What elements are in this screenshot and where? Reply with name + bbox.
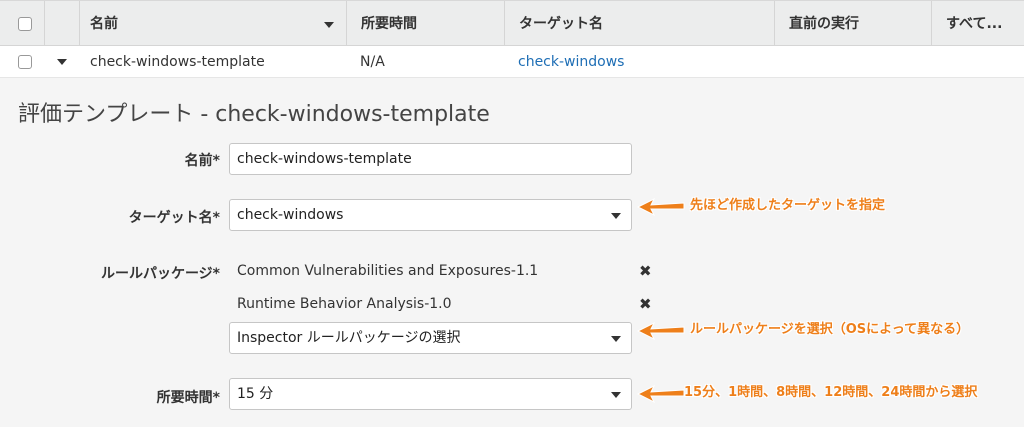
- column-header-duration-label: 所要時間: [361, 16, 417, 32]
- packages-label: ルールパッケージ*: [100, 266, 220, 282]
- column-header-expand: [44, 1, 79, 47]
- row-name: check-windows-template: [90, 54, 265, 70]
- duration-annotation: 15分、1時間、8時間、12時間、24時間から選択: [684, 385, 978, 400]
- chevron-down-icon: [611, 336, 621, 342]
- detail-panel: [0, 78, 1024, 427]
- column-header-target-label: ターゲット名: [519, 16, 603, 32]
- remove-package-icon[interactable]: ✖: [639, 262, 652, 280]
- row-target-link[interactable]: check-windows: [518, 46, 624, 78]
- name-label: 名前*: [184, 153, 220, 169]
- annotation-arrow-icon: [636, 197, 685, 217]
- page-title: 評価テンプレート - check-windows-template: [18, 102, 490, 127]
- table-header: 名前 所要時間 ターゲット名 直前の実行 すべて...: [0, 0, 1024, 47]
- annotation-arrow-icon: [636, 321, 685, 341]
- target-label: ターゲット名*: [128, 210, 220, 226]
- expand-row-caret-icon[interactable]: [57, 59, 67, 65]
- column-header-name[interactable]: 名前: [79, 1, 346, 47]
- annotation-arrow-icon: [636, 384, 685, 404]
- table-row[interactable]: check-windows-template N/A check-windows: [0, 46, 1024, 78]
- column-header-last-run[interactable]: 直前の実行: [774, 1, 931, 47]
- sort-caret-icon[interactable]: [324, 22, 334, 28]
- target-annotation: 先ほど作成したターゲットを指定: [690, 198, 886, 213]
- column-header-target[interactable]: ターゲット名: [504, 1, 774, 47]
- row-duration: N/A: [360, 54, 385, 70]
- row-checkbox[interactable]: [18, 55, 32, 69]
- column-header-all[interactable]: すべて...: [931, 1, 1024, 47]
- package-item: Common Vulnerabilities and Exposures-1.1: [237, 263, 539, 279]
- select-all-checkbox[interactable]: [18, 17, 32, 31]
- duration-select[interactable]: 15 分: [229, 378, 632, 410]
- column-header-duration[interactable]: 所要時間: [346, 1, 504, 47]
- target-select-value: check-windows: [237, 207, 344, 223]
- package-select[interactable]: Inspector ルールパッケージの選択: [229, 322, 632, 354]
- chevron-down-icon: [611, 392, 621, 398]
- target-select[interactable]: check-windows: [229, 199, 632, 231]
- column-header-name-label: 名前: [90, 16, 118, 32]
- remove-package-icon[interactable]: ✖: [639, 295, 652, 313]
- column-header-all-label: すべて...: [946, 16, 1003, 32]
- package-item: Runtime Behavior Analysis-1.0: [237, 296, 452, 312]
- package-annotation: ルールパッケージを選択（OSによって異なる）: [690, 322, 970, 337]
- duration-label: 所要時間*: [156, 390, 220, 406]
- name-field[interactable]: check-windows-template: [229, 143, 632, 175]
- chevron-down-icon: [611, 213, 621, 219]
- column-header-last-run-label: 直前の実行: [789, 16, 859, 32]
- package-select-placeholder: Inspector ルールパッケージの選択: [237, 330, 461, 346]
- duration-select-value: 15 分: [237, 386, 274, 402]
